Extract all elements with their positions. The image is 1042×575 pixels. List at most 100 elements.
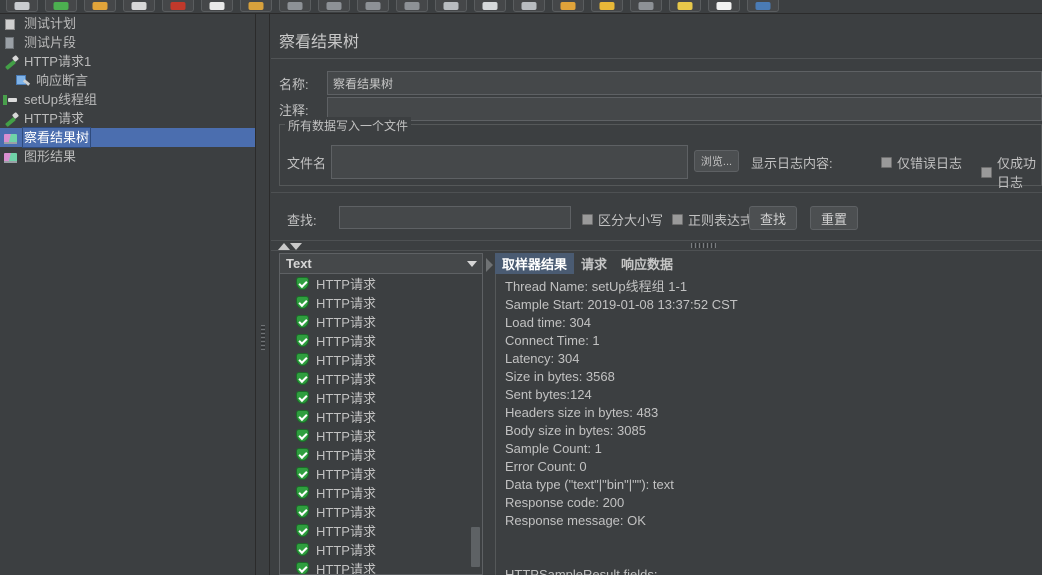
toolbar-button-10[interactable]: [396, 0, 428, 12]
http-sampler-icon: [2, 54, 20, 70]
toolbar-button-17[interactable]: [669, 0, 701, 12]
errors-only-checkbox[interactable]: 仅错误日志: [881, 153, 962, 172]
list-item[interactable]: HTTP请求: [280, 274, 482, 293]
toolbar-button-6[interactable]: [240, 0, 272, 12]
sample-result-list[interactable]: HTTP请求 HTTP请求 HTTP请求 HTTP请求 HTTP请求 HTTP请求 HTTP…: [279, 274, 483, 575]
tree-item-0[interactable]: 测试计划: [0, 14, 255, 33]
success-shield-icon: [296, 409, 309, 424]
detail-tabs[interactable]: 取样器结果 请求 响应数据: [495, 253, 680, 274]
horizontal-splitter-grip[interactable]: [691, 243, 717, 248]
tree-item-label: HTTP请求: [24, 111, 84, 126]
tree-item-label: 测试片段: [24, 35, 77, 50]
checkbox-box-errors-only[interactable]: [881, 157, 892, 168]
checkbox-box-case-sensitive[interactable]: [582, 214, 593, 225]
filename-input[interactable]: [331, 145, 688, 179]
list-item[interactable]: HTTP请求: [280, 407, 482, 426]
reset-button[interactable]: 重置: [810, 206, 858, 230]
name-input[interactable]: 察看结果树: [327, 71, 1042, 95]
collapse-icon: [365, 2, 381, 10]
tree-item-label: 图形结果: [24, 149, 77, 164]
tree-item-label: HTTP请求1: [24, 54, 92, 69]
list-item[interactable]: HTTP请求: [280, 502, 482, 521]
toolbar-button-8[interactable]: [318, 0, 350, 12]
list-item[interactable]: HTTP请求: [280, 388, 482, 407]
list-item[interactable]: HTTP请求: [280, 293, 482, 312]
search-input[interactable]: [339, 206, 571, 229]
sampler-result-text[interactable]: Thread Name: setUp线程组 1-1 Sample Start: 2…: [495, 274, 1042, 575]
toolbar-button-15[interactable]: [591, 0, 623, 12]
list-item[interactable]: HTTP请求: [280, 483, 482, 502]
detail-line-13: Response message: OK: [505, 513, 646, 528]
tree-item-7[interactable]: 图形结果: [0, 147, 255, 166]
toolbar-button-11[interactable]: [435, 0, 467, 12]
vertical-splitter[interactable]: [256, 14, 270, 575]
detail-line-10: Error Count: 0: [505, 459, 587, 474]
toolbar-button-7[interactable]: [279, 0, 311, 12]
list-item[interactable]: HTTP请求: [280, 559, 482, 574]
view-results-tree-panel: 察看结果树 名称: 察看结果树 注释: 所有数据写入一个文件 文件名 浏览...…: [271, 14, 1042, 575]
checkbox-box-success-only[interactable]: [981, 166, 992, 178]
toolbar-button-3[interactable]: [123, 0, 155, 12]
toolbar-button-5[interactable]: [201, 0, 233, 12]
toolbar-button-4[interactable]: [162, 0, 194, 12]
toolbar-button-19[interactable]: [747, 0, 779, 12]
response-assertion-icon: [14, 73, 32, 89]
list-item[interactable]: HTTP请求: [280, 521, 482, 540]
renderer-select[interactable]: Text: [279, 253, 483, 274]
success-shield-icon: [296, 428, 309, 443]
list-item[interactable]: HTTP请求: [280, 540, 482, 559]
result-list-scrollbar[interactable]: [470, 275, 481, 574]
chevron-down-icon[interactable]: [462, 260, 482, 267]
tab-1[interactable]: 请求: [574, 253, 614, 274]
list-item[interactable]: HTTP请求: [280, 350, 482, 369]
success-only-label: 仅成功日志: [997, 156, 1037, 190]
tree-item-3[interactable]: 响应断言: [0, 71, 255, 90]
list-item[interactable]: HTTP请求: [280, 426, 482, 445]
comment-input[interactable]: [327, 97, 1042, 121]
toolbar-button-16[interactable]: [630, 0, 662, 12]
success-shield-icon: [296, 390, 309, 405]
list-item[interactable]: HTTP请求: [280, 312, 482, 331]
collapse-down-icon[interactable]: [290, 243, 302, 250]
toolbar-button-2[interactable]: [84, 0, 116, 12]
result-list-scroll-thumb[interactable]: [471, 527, 480, 567]
success-shield-icon: [296, 295, 309, 310]
toolbar-button-9[interactable]: [357, 0, 389, 12]
tree-item-2[interactable]: HTTP请求1: [0, 52, 255, 71]
toolbar-button-0[interactable]: [6, 0, 38, 12]
toolbar-button-12[interactable]: [474, 0, 506, 12]
success-only-checkbox[interactable]: 仅成功日志: [981, 153, 1042, 191]
results-detail-divider[interactable]: [485, 253, 495, 575]
list-item[interactable]: HTTP请求: [280, 331, 482, 350]
list-item-label: HTTP请求: [316, 296, 376, 311]
test-plan-tree[interactable]: 测试计划测试片段 HTTP请求1 响应断言 setUp线程组 HTTP请求 察看结果树 图形…: [0, 14, 256, 575]
find-button[interactable]: 查找: [749, 206, 797, 230]
tree-item-4[interactable]: setUp线程组: [0, 90, 255, 109]
list-item[interactable]: HTTP请求: [280, 369, 482, 388]
tree-item-5[interactable]: HTTP请求: [0, 109, 255, 128]
regex-checkbox[interactable]: 正则表达式: [672, 210, 753, 229]
browse-button[interactable]: 浏览...: [694, 150, 739, 172]
detail-line-15: [505, 548, 1042, 566]
checkbox-box-regex[interactable]: [672, 214, 683, 225]
list-item-label: HTTP请求: [316, 277, 376, 292]
detail-line-7: Headers size in bytes: 483: [505, 405, 659, 420]
toolbar-button-13[interactable]: [513, 0, 545, 12]
list-item[interactable]: HTTP请求: [280, 464, 482, 483]
list-item[interactable]: HTTP请求: [280, 445, 482, 464]
tab-2[interactable]: 响应数据: [614, 253, 680, 274]
toolbar-button-1[interactable]: [45, 0, 77, 12]
tree-item-1[interactable]: 测试片段: [0, 33, 255, 52]
test-fragment-icon: [2, 35, 20, 51]
copy-icon: [248, 2, 264, 10]
collapse-up-icon[interactable]: [278, 243, 290, 250]
toolbar-button-18[interactable]: [708, 0, 740, 12]
tab-0[interactable]: 取样器结果: [495, 253, 575, 274]
horizontal-splitter[interactable]: [271, 240, 1042, 251]
toolbar-button-14[interactable]: [552, 0, 584, 12]
tree-item-6[interactable]: 察看结果树: [0, 126, 255, 148]
case-sensitive-checkbox[interactable]: 区分大小写: [582, 210, 663, 229]
success-shield-icon: [296, 504, 309, 519]
splitter-grip[interactable]: [261, 325, 265, 351]
expand-right-icon[interactable]: [486, 258, 493, 272]
